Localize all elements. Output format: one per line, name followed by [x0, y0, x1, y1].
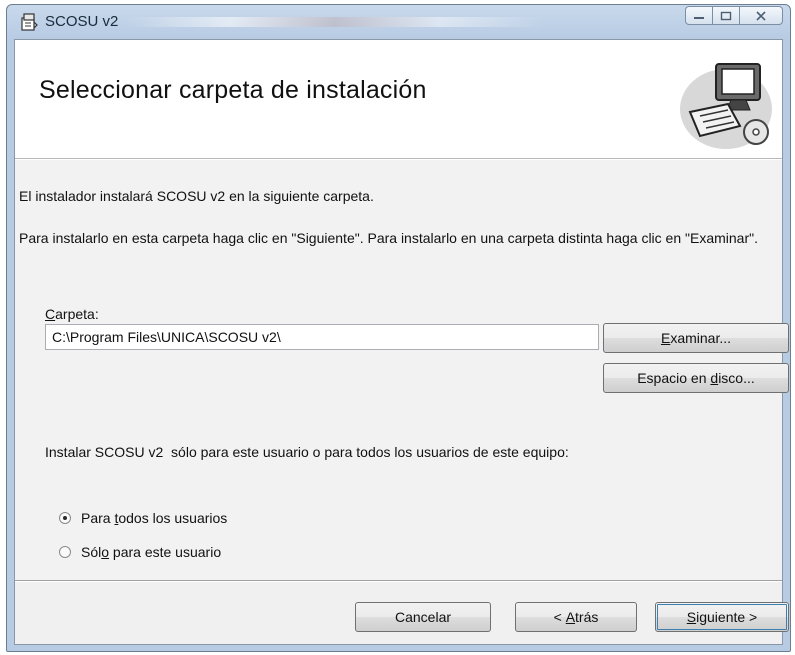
next-button[interactable]: Siguiente >: [655, 602, 789, 632]
folder-label: Carpeta:: [45, 306, 99, 322]
main-content: El instalador instalará SCOSU v2 en la s…: [15, 160, 789, 580]
footer-bar: Cancelar < Atrás Siguiente >: [15, 582, 789, 644]
installer-app-icon: [21, 13, 38, 31]
back-mnemonic: A: [565, 609, 576, 625]
radio-me-mnemonic: o: [101, 544, 110, 560]
installer-window: SCOSU v2 Seleccionar carpeta de instalac…: [6, 4, 791, 652]
caption-buttons: [685, 6, 783, 26]
browse-mnemonic: E: [660, 330, 671, 346]
next-mnemonic: S: [686, 609, 697, 625]
disk-space-button[interactable]: Espacio en d isco...: [603, 363, 789, 393]
close-icon: [756, 10, 766, 21]
radio-all-before: Para: [81, 510, 115, 526]
back-before: <: [553, 609, 566, 625]
radio-me-before: Sól: [81, 544, 102, 560]
disk-mnemonic: d: [710, 370, 719, 386]
browse-label-rest: xaminar...: [670, 330, 732, 346]
header-banner: Seleccionar carpeta de instalación: [15, 40, 782, 159]
dialog-client-area: Seleccionar carpeta de instalación El in…: [14, 39, 789, 645]
browse-button[interactable]: Examinar...: [603, 323, 789, 353]
radio-all-users[interactable]: Para t odos los usuarios: [59, 510, 227, 526]
radio-all-users-button[interactable]: [59, 512, 71, 524]
folder-label-rest: arpeta:: [55, 306, 99, 322]
back-button[interactable]: < Atrás: [515, 602, 637, 632]
radio-this-user-button[interactable]: [59, 546, 71, 558]
disk-label-before: Espacio en: [637, 370, 711, 386]
radio-me-after: para este usuario: [109, 544, 222, 560]
close-button[interactable]: [739, 6, 783, 25]
title-blur-decoration: [125, 17, 545, 27]
minimize-button[interactable]: [685, 6, 713, 25]
title-bar[interactable]: SCOSU v2: [7, 5, 790, 39]
folder-path-input[interactable]: [45, 324, 599, 350]
maximize-button[interactable]: [712, 6, 740, 25]
computer-setup-icon: [680, 63, 772, 149]
intro-text: El instalador instalará SCOSU v2 en la s…: [19, 188, 374, 204]
maximize-icon: [720, 11, 732, 20]
radio-this-user[interactable]: Sól o para este usuario: [59, 544, 221, 560]
window-title: SCOSU v2: [45, 13, 119, 30]
install-scope-label: Instalar SCOSU v2 sólo para este usuario…: [45, 444, 569, 460]
minimize-icon: [694, 16, 704, 19]
instructions-text: Para instalarlo en esta carpeta haga cli…: [19, 230, 758, 246]
page-title: Seleccionar carpeta de instalación: [39, 76, 427, 104]
disk-label-after: isco...: [718, 370, 755, 386]
next-after: iguiente >: [696, 609, 758, 625]
folder-label-mnemonic: C: [45, 306, 56, 322]
radio-all-after: odos los usuarios: [118, 510, 228, 526]
cancel-button[interactable]: Cancelar: [355, 602, 491, 632]
back-after: trás: [575, 609, 599, 625]
